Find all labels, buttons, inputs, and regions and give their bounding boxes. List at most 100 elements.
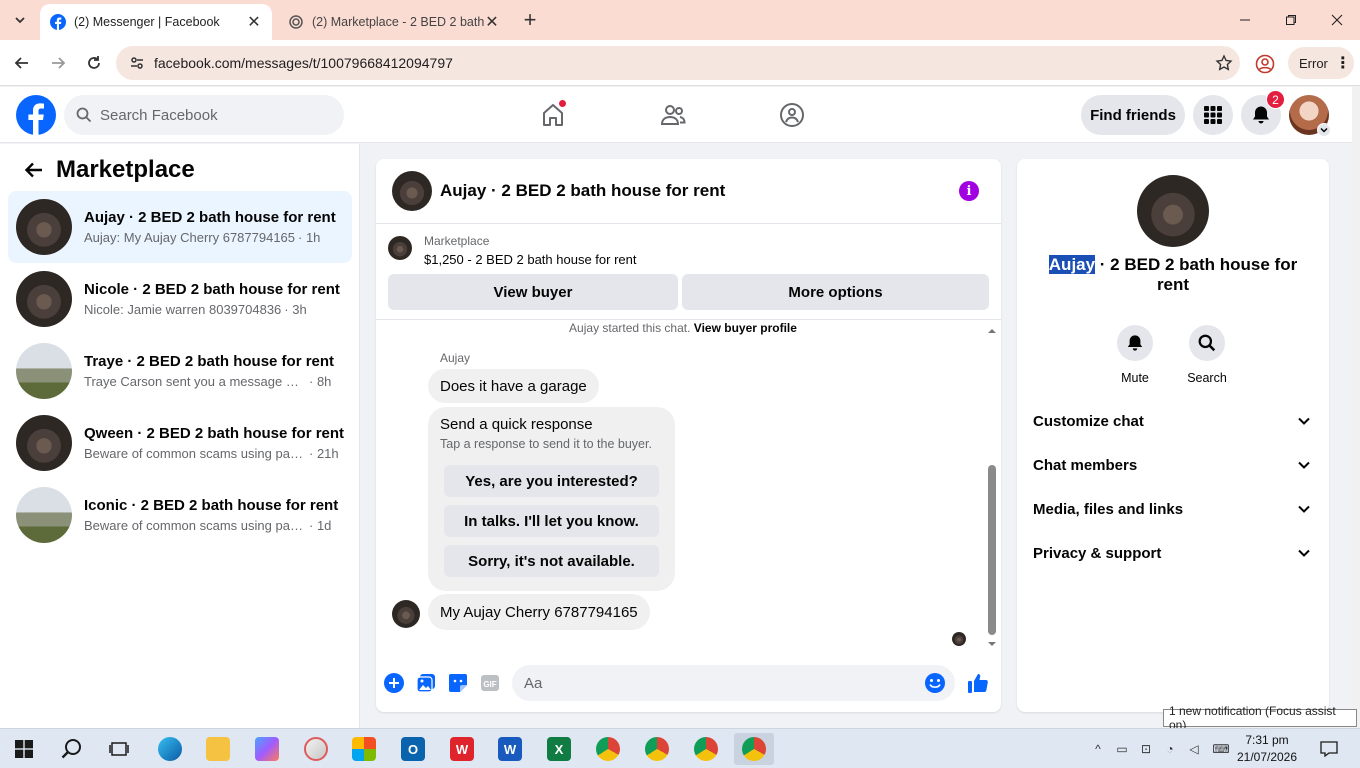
task-view-icon	[109, 742, 129, 756]
store-icon	[352, 737, 376, 761]
conversation-item[interactable]: Nicole · 2 BED 2 bath house for rent Nic…	[8, 263, 352, 335]
task-view-button[interactable]	[99, 733, 139, 765]
taskbar-copilot[interactable]	[247, 733, 287, 765]
conversation-name: Traye · 2 BED 2 bath house for rent	[84, 353, 335, 370]
profile-button[interactable]	[1252, 51, 1278, 77]
address-bar[interactable]: facebook.com/messages/t/1007966841209479…	[116, 46, 1240, 80]
emoji-icon[interactable]	[924, 672, 946, 694]
message-input[interactable]	[524, 674, 904, 692]
maximize-button[interactable]	[1268, 0, 1314, 40]
view-buyer-button[interactable]: View buyer	[388, 274, 678, 310]
attach-photo-button[interactable]	[414, 671, 438, 695]
wifi-icon[interactable]: ◔	[1161, 741, 1179, 757]
site-info-button[interactable]	[120, 55, 154, 71]
taskbar-chrome-active[interactable]	[734, 733, 774, 765]
more-options-button[interactable]: More options	[682, 274, 989, 310]
chat-members-section[interactable]: Chat members	[1025, 443, 1321, 487]
quick-response-option[interactable]: Yes, are you interested?	[444, 465, 659, 497]
search-input[interactable]	[100, 106, 320, 124]
menu-button[interactable]	[1193, 95, 1233, 135]
taskbar-store[interactable]	[344, 733, 384, 765]
taskbar-chrome-1[interactable]	[588, 733, 628, 765]
bookmark-button[interactable]	[1208, 54, 1240, 72]
taskbar-file-explorer[interactable]	[198, 733, 238, 765]
view-buyer-profile-link[interactable]: View buyer profile	[694, 321, 797, 335]
tray-overflow-icon[interactable]: ^	[1089, 741, 1107, 757]
mute-label: Mute	[1121, 371, 1149, 385]
tab-marketplace[interactable]: (2) Marketplace - 2 BED 2 bath h ✕	[278, 4, 510, 40]
page-scrollbar[interactable]	[1352, 87, 1360, 728]
facebook-logo-icon[interactable]	[16, 95, 56, 135]
taskbar-outlook[interactable]: O	[393, 733, 433, 765]
device-icon[interactable]: ⊡	[1137, 741, 1155, 757]
taskbar-word[interactable]: W	[490, 733, 530, 765]
chat-avatar[interactable]	[392, 171, 432, 211]
message-input-box[interactable]	[512, 665, 955, 701]
browser-error-menu-button[interactable]: Error ⋮	[1288, 47, 1354, 79]
volume-icon[interactable]: ◁	[1185, 741, 1203, 757]
gif-button[interactable]: GIF	[478, 671, 502, 695]
conversation-time: · 1d	[309, 518, 332, 533]
scrollbar-thumb[interactable]	[988, 465, 996, 635]
more-actions-button[interactable]	[382, 671, 406, 695]
forward-button[interactable]	[44, 49, 72, 77]
notification-toast[interactable]: 1 new notification (Focus assist on)	[1163, 704, 1357, 732]
notification-center-icon[interactable]	[1318, 741, 1340, 757]
minimize-button[interactable]	[1222, 0, 1268, 40]
privacy-support-section[interactable]: Privacy & support	[1025, 531, 1321, 575]
back-button[interactable]	[20, 156, 48, 184]
listing-price-title[interactable]: $1,250 - 2 BED 2 bath house for rent	[424, 252, 636, 267]
groups-nav-button[interactable]	[772, 95, 812, 135]
groups-icon	[780, 103, 804, 127]
search-action[interactable]: Search	[1177, 325, 1237, 385]
info-icon[interactable]: i	[959, 181, 979, 201]
taskbar-excel[interactable]: X	[539, 733, 579, 765]
search-icon	[1198, 334, 1216, 352]
scroll-up-icon[interactable]	[986, 327, 998, 335]
media-files-links-section[interactable]: Media, files and links	[1025, 487, 1321, 531]
taskbar-paint[interactable]	[296, 733, 336, 765]
taskbar-chrome-3[interactable]	[686, 733, 726, 765]
keyboard-icon[interactable]: ⌨	[1209, 741, 1233, 757]
system-clock[interactable]: 7:31 pm 21/07/2026	[1236, 732, 1298, 766]
like-button[interactable]	[966, 671, 990, 695]
conversation-item[interactable]: Qween · 2 BED 2 bath house for rent Bewa…	[8, 407, 352, 479]
quick-response-option[interactable]: Sorry, it's not available.	[444, 545, 659, 577]
reload-button[interactable]	[80, 49, 108, 77]
conversation-item[interactable]: Iconic · 2 BED 2 bath house for rent Bew…	[8, 479, 352, 551]
quick-response-option[interactable]: In talks. I'll let you know.	[444, 505, 659, 537]
close-tab-icon[interactable]: ✕	[484, 14, 500, 31]
sticker-button[interactable]	[446, 671, 470, 695]
facebook-search-bar[interactable]	[64, 95, 344, 135]
tab-messenger[interactable]: (2) Messenger | Facebook ✕	[40, 4, 272, 40]
conversation-time: · 8h	[309, 374, 332, 389]
customize-chat-section[interactable]: Customize chat	[1025, 399, 1321, 443]
find-friends-button[interactable]: Find friends	[1081, 95, 1185, 135]
start-button[interactable]	[4, 733, 44, 765]
close-window-button[interactable]	[1314, 0, 1360, 40]
taskbar-wps[interactable]: W	[442, 733, 482, 765]
tab-search-dropdown[interactable]	[8, 8, 32, 32]
folder-icon	[206, 737, 230, 761]
taskbar-edge[interactable]	[150, 733, 190, 765]
conversation-item[interactable]: Traye · 2 BED 2 bath house for rent Tray…	[8, 335, 352, 407]
notifications-button[interactable]: 2	[1241, 90, 1285, 135]
friends-nav-button[interactable]	[653, 95, 693, 135]
message-scrollbar[interactable]	[986, 325, 998, 650]
back-button[interactable]	[8, 49, 36, 77]
taskbar-chrome-2[interactable]	[637, 733, 677, 765]
chat-title[interactable]: Aujay · 2 BED 2 bath house for rent	[440, 181, 725, 201]
battery-icon[interactable]: ▭	[1113, 741, 1131, 757]
scroll-down-icon[interactable]	[986, 640, 998, 648]
new-tab-button[interactable]: +	[518, 7, 542, 32]
close-tab-icon[interactable]: ✕	[246, 14, 262, 31]
taskbar-search-button[interactable]	[52, 733, 92, 765]
mute-action[interactable]: Mute	[1105, 325, 1165, 385]
home-nav-button[interactable]	[533, 95, 573, 135]
conversation-name: Nicole · 2 BED 2 bath house for rent	[84, 281, 340, 298]
account-avatar[interactable]	[1289, 95, 1331, 137]
conversation-item[interactable]: Aujay · 2 BED 2 bath house for rent Auja…	[8, 191, 352, 263]
edge-icon	[158, 737, 182, 761]
chat-panel: Aujay · 2 BED 2 bath house for rent i Ma…	[376, 159, 1001, 712]
restore-icon	[1286, 15, 1296, 25]
